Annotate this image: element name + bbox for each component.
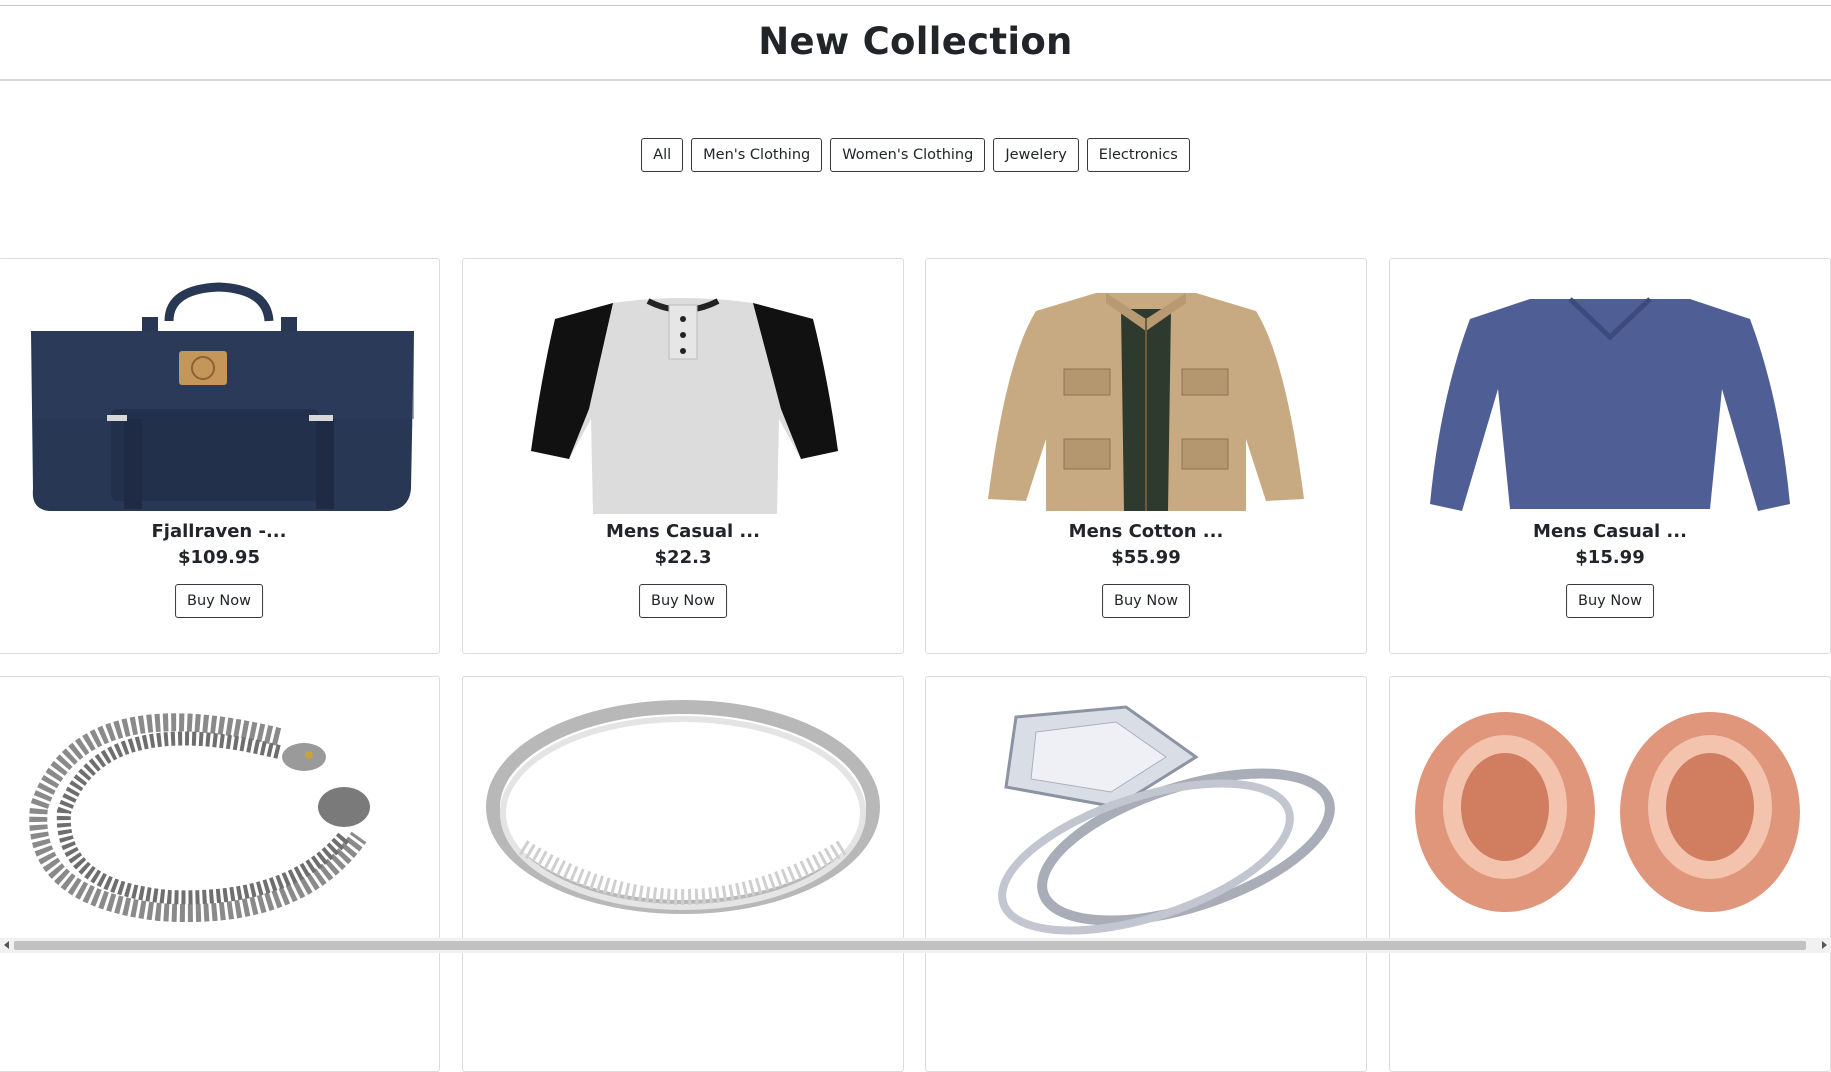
buy-now-button[interactable]: Buy Now xyxy=(1566,584,1654,618)
product-price: $15.99 xyxy=(1575,547,1645,568)
product-name: Fjallraven -... xyxy=(151,521,287,542)
product-card xyxy=(0,676,440,1072)
chain-bracelet-image xyxy=(29,713,370,923)
scrollbar-thumb[interactable] xyxy=(14,941,1806,950)
product-card xyxy=(1389,676,1831,1072)
buy-now-button[interactable]: Buy Now xyxy=(639,584,727,618)
filter-mens-clothing-button[interactable]: Men's Clothing xyxy=(691,138,823,172)
filter-all-button[interactable]: All xyxy=(641,138,684,172)
top-border xyxy=(0,5,1831,6)
raglan-tshirt-image xyxy=(531,298,838,514)
filter-jewelery-button[interactable]: Jewelery xyxy=(993,138,1079,172)
buy-now-button[interactable]: Buy Now xyxy=(175,584,263,618)
filter-womens-clothing-button[interactable]: Women's Clothing xyxy=(830,138,986,172)
princess-ring-image xyxy=(998,705,1335,935)
product-card: Mens Cotton ... $55.99 Buy Now xyxy=(925,258,1367,654)
filter-electronics-button[interactable]: Electronics xyxy=(1086,138,1190,172)
category-filter-bar: All Men's Clothing Women's Clothing Jewe… xyxy=(0,138,1831,172)
product-card xyxy=(925,676,1367,1072)
horizontal-scrollbar[interactable] xyxy=(0,938,1831,953)
product-price: $55.99 xyxy=(1111,547,1181,568)
cotton-jacket-image xyxy=(988,293,1304,511)
silver-ring-image xyxy=(486,700,880,914)
page-title: New Collection xyxy=(758,20,1073,63)
product-name: Mens Casual ... xyxy=(606,521,760,542)
product-name: Mens Cotton ... xyxy=(1068,521,1224,542)
buy-now-button[interactable]: Buy Now xyxy=(1102,584,1190,618)
product-price: $22.3 xyxy=(654,547,712,568)
backpack-image xyxy=(31,282,414,511)
slim-fit-tshirt-image xyxy=(1430,297,1790,511)
scroll-right-icon[interactable] xyxy=(1822,941,1827,949)
product-card: Mens Casual ... $22.3 Buy Now xyxy=(462,258,904,654)
rose-gold-plugs-image xyxy=(1415,712,1800,912)
product-card: Fjallraven -... $109.95 Buy Now xyxy=(0,258,440,654)
title-divider xyxy=(0,79,1831,81)
product-name: Mens Casual ... xyxy=(1533,521,1687,542)
scroll-left-icon[interactable] xyxy=(4,941,9,949)
product-price: $109.95 xyxy=(178,547,260,568)
product-card: Mens Casual ... $15.99 Buy Now xyxy=(1389,258,1831,654)
product-card xyxy=(462,676,904,1072)
